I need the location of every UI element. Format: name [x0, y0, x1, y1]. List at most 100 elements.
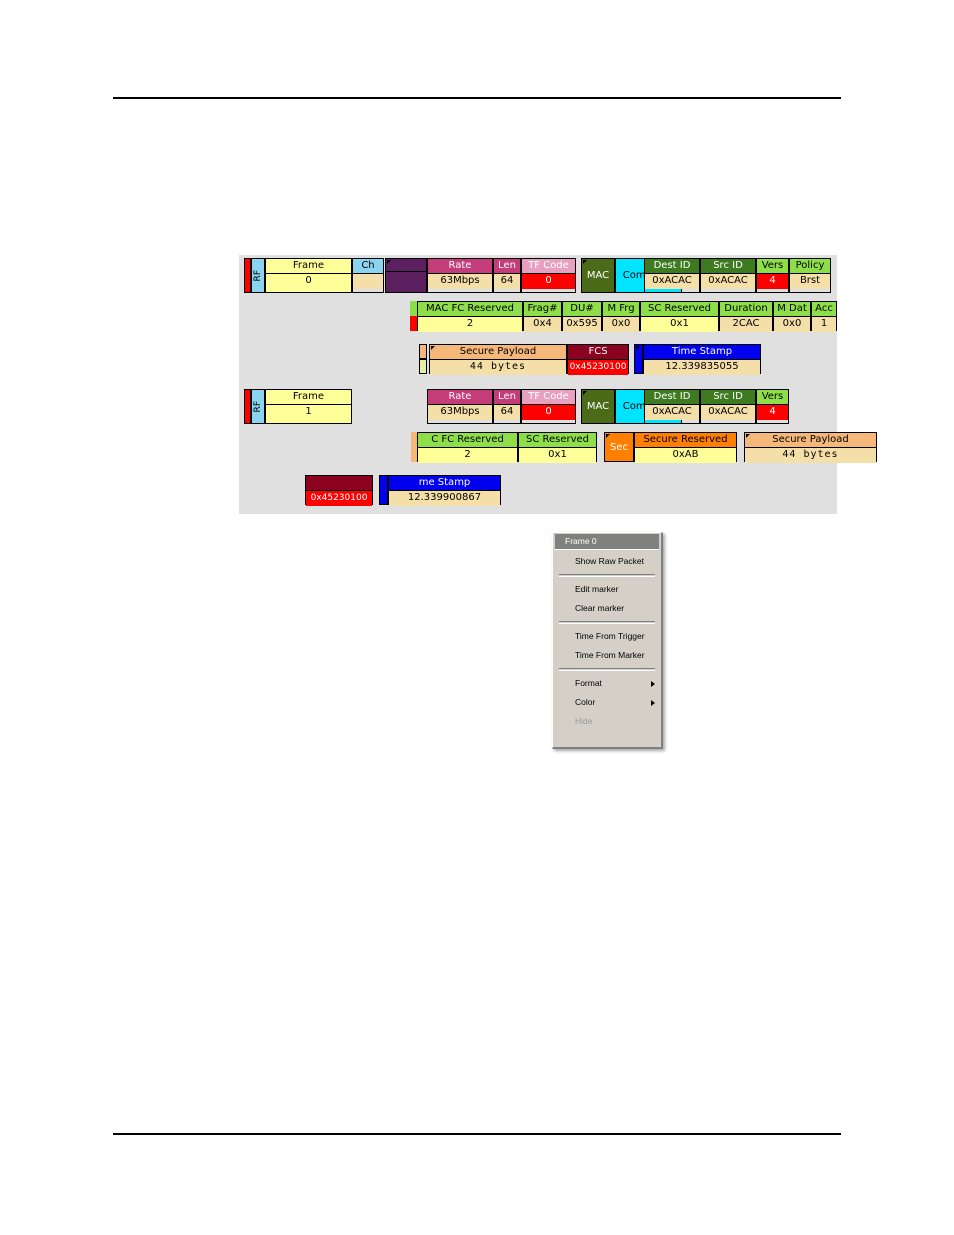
frame-0-marker-strip	[244, 258, 251, 293]
menu-item-show-raw-packet[interactable]: Show Raw Packet	[553, 552, 661, 571]
seg-header: Src ID	[701, 259, 755, 273]
frame-0-seg-channel[interactable]: Ch	[352, 258, 384, 293]
seg-header: Frame	[266, 259, 351, 273]
seg-header: TF Code	[522, 390, 575, 404]
seg-header: SC Reserved	[641, 302, 718, 316]
frame-1-timestamp-tab[interactable]	[379, 475, 388, 505]
seg-value: 0	[266, 273, 351, 289]
frame-0-phy-tab-body	[385, 272, 427, 293]
frame-0-seg-m-frg[interactable]: M Frg 0x0	[602, 301, 640, 332]
seg-value: 0xACAC	[701, 273, 755, 289]
seg-header: Len	[494, 259, 520, 273]
frame-1-seg-frame[interactable]: Frame 1	[265, 389, 352, 424]
expand-tick-icon	[606, 434, 610, 438]
frame-0-seg-mac[interactable]: MAC	[581, 258, 615, 293]
frame-0-seg-frame[interactable]: Frame 0	[265, 258, 352, 293]
frame-1-seg-secure-reserved[interactable]: Secure Reserved 0xAB	[634, 432, 737, 463]
frame-0-phy-tab[interactable]	[385, 258, 427, 272]
seg-header: MAC	[586, 270, 610, 281]
menu-item-color-label: Color	[575, 697, 596, 707]
frame-0-seg-vers[interactable]: Vers 4	[756, 258, 789, 293]
frame-0-seg-policy[interactable]: Policy Brst	[789, 258, 831, 293]
frame-1-seg-sc-reserved[interactable]: SC Reserved 0x1	[518, 432, 597, 463]
frame-0-seg-duration[interactable]: Duration 2CAC	[719, 301, 773, 332]
seg-header: Time Stamp	[644, 345, 760, 359]
seg-value: 64	[494, 273, 520, 289]
frame-1-seg-dest-id[interactable]: Dest ID 0xACAC	[644, 389, 700, 424]
frame-0-seg-dest-id-main[interactable]: Dest ID 0xACAC	[644, 258, 700, 293]
seg-value: 64	[494, 404, 520, 420]
expand-tick-icon	[583, 260, 587, 264]
seg-header: M Frg	[603, 302, 639, 316]
seg-value: 1	[266, 404, 351, 420]
seg-value: 2	[418, 316, 522, 332]
seg-header	[306, 476, 372, 490]
frame-1-seg-rate[interactable]: Rate 63Mbps	[427, 389, 493, 424]
frame-0-rf-label: RF	[251, 258, 265, 293]
frame-1-seg-mac[interactable]: MAC	[581, 389, 615, 424]
menu-item-edit-marker[interactable]: Edit marker	[553, 580, 661, 599]
seg-value: 0x1	[519, 447, 596, 463]
frame-1-marker-strip	[244, 389, 251, 424]
seg-header: M Dat	[774, 302, 810, 316]
seg-value: Brst	[790, 273, 830, 289]
frame-1-seg-secure-payload[interactable]: Secure Payload 44 bytes	[744, 432, 877, 463]
rf-text: RF	[253, 400, 263, 413]
seg-header: Rate	[428, 390, 492, 404]
context-menu-title: Frame 0	[555, 534, 659, 550]
seg-value: 44 bytes	[430, 359, 566, 375]
frame-0-seg-frag-num[interactable]: Frag# 0x4	[523, 301, 562, 332]
frame-0-seg-rate[interactable]: Rate 63Mbps	[427, 258, 493, 293]
frame-0-seg-len[interactable]: Len 64	[493, 258, 521, 293]
submenu-arrow-icon	[651, 700, 655, 706]
frame-0-row3-yellow-strip	[419, 359, 427, 374]
frame-0-seg-m-dat[interactable]: M Dat 0x0	[773, 301, 811, 332]
menu-item-color[interactable]: Color	[553, 693, 661, 712]
frame-0-seg-sc-reserved[interactable]: SC Reserved 0x1	[640, 301, 719, 332]
seg-value: 0xACAC	[645, 404, 699, 420]
seg-value: 0x45230100	[568, 359, 628, 375]
seg-header: Len	[494, 390, 520, 404]
frame-0-seg-du-num[interactable]: DU# 0x595	[562, 301, 602, 332]
frame-0-seg-tf-code[interactable]: TF Code 0	[521, 258, 576, 293]
seg-value: 0	[522, 404, 575, 420]
frame-1-seg-tf-code[interactable]: TF Code 0	[521, 389, 576, 424]
frame-0-seg-mac-fc-reserved[interactable]: MAC FC Reserved 2	[417, 301, 523, 332]
seg-value: 0xAB	[635, 447, 736, 463]
seg-header: MAC	[586, 401, 610, 412]
menu-item-time-from-trigger[interactable]: Time From Trigger	[553, 627, 661, 646]
seg-header: C FC Reserved	[418, 433, 517, 447]
seg-value: 4	[757, 404, 788, 420]
frame-1-seg-sec[interactable]: Sec	[604, 432, 634, 462]
expand-tick-icon	[583, 391, 587, 395]
frame-1-seg-vers[interactable]: Vers 4	[756, 389, 789, 424]
seg-header: Vers	[757, 390, 788, 404]
seg-header: me Stamp	[389, 476, 500, 490]
menu-item-clear-marker[interactable]: Clear marker	[553, 599, 661, 618]
submenu-arrow-icon	[651, 681, 655, 687]
frame-0-timestamp-tab[interactable]	[634, 344, 643, 374]
seg-value: 0	[522, 273, 575, 289]
seg-header: FCS	[568, 345, 628, 359]
seg-value: 0x45230100	[306, 490, 372, 506]
frame-0-seg-acc[interactable]: Acc 1	[811, 301, 837, 332]
seg-value: 0x1	[641, 316, 718, 332]
frame-0-seg-time-stamp[interactable]: Time Stamp 12.339835055	[643, 344, 761, 375]
frame-1-seg-time-stamp[interactable]: me Stamp 12.339900867	[388, 475, 501, 506]
seg-value: 0x0	[774, 316, 810, 332]
context-menu[interactable]: Frame 0 Show Raw Packet Edit marker Clea…	[552, 532, 663, 749]
seg-value: 12.339900867	[389, 490, 500, 506]
seg-value	[353, 273, 383, 289]
menu-item-time-from-marker[interactable]: Time From Marker	[553, 646, 661, 665]
seg-header: Acc	[812, 302, 836, 316]
frame-1-seg-fcs[interactable]: 0x45230100	[305, 475, 373, 506]
seg-value: 63Mbps	[428, 404, 492, 420]
frame-0-seg-secure-payload[interactable]: Secure Payload 44 bytes	[429, 344, 567, 375]
frame-1-seg-src-id[interactable]: Src ID 0xACAC	[700, 389, 756, 424]
frame-0-seg-fcs[interactable]: FCS 0x45230100	[567, 344, 629, 375]
frame-1-seg-mac-fc-reserved[interactable]: C FC Reserved 2	[417, 432, 518, 463]
menu-item-format[interactable]: Format	[553, 674, 661, 693]
frame-0-seg-src-id[interactable]: Src ID 0xACAC	[700, 258, 756, 293]
seg-header: Ch	[353, 259, 383, 273]
frame-1-seg-len[interactable]: Len 64	[493, 389, 521, 424]
